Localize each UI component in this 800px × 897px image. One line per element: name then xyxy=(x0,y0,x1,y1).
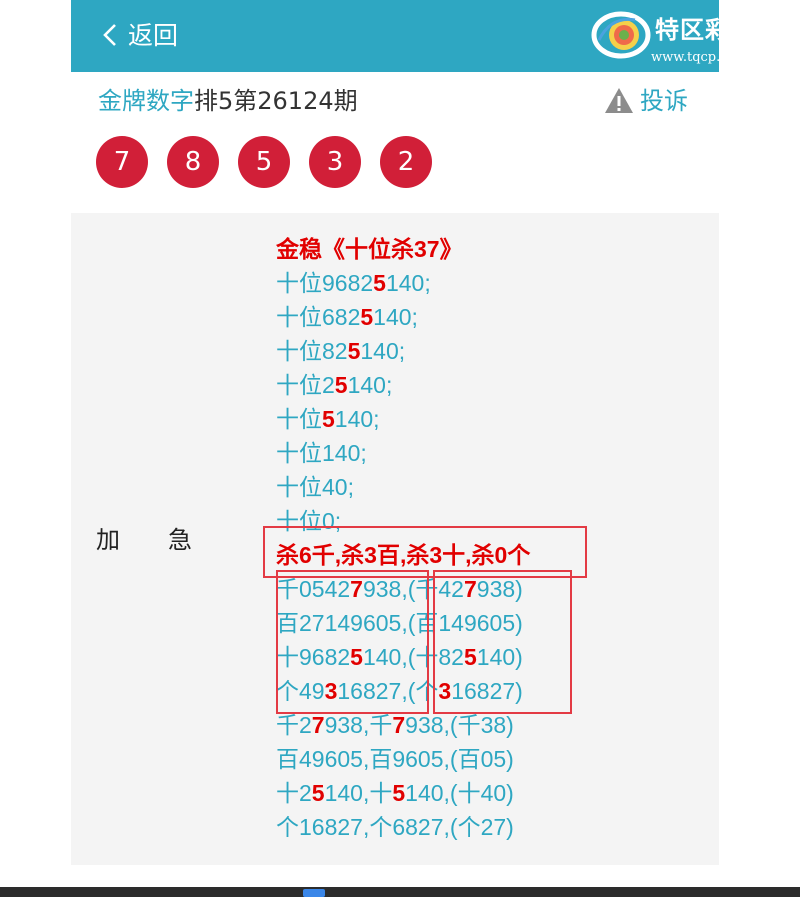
highlight-digit: 5 xyxy=(392,780,406,806)
number-ball: 7 xyxy=(96,136,148,188)
logo-swirl-icon xyxy=(591,11,651,59)
line-text: 十位9682 xyxy=(276,270,374,296)
line-text: 十位140; xyxy=(276,440,367,466)
logo-text: 特区彩票网 xyxy=(655,16,780,44)
highlight-digit: 5 xyxy=(334,372,348,398)
complaint-label: 投诉 xyxy=(640,87,688,115)
number-ball: 2 xyxy=(380,136,432,188)
highlight-digit: 7 xyxy=(311,712,325,738)
prediction-line: 个16827,个6827,(个27) xyxy=(276,810,530,844)
urgent-label: 加 急 xyxy=(96,526,192,554)
taskbar xyxy=(0,887,800,897)
title-issue: 排5第26124期 xyxy=(194,87,358,115)
line-text: 140; xyxy=(360,338,406,364)
line-text: 938,(千38) xyxy=(405,712,514,738)
line-text: 个16827,个6827,(个27) xyxy=(276,814,514,840)
line-text: 百49605,百9605,(百05) xyxy=(276,746,514,772)
line-text: 千2 xyxy=(276,712,312,738)
warning-icon xyxy=(605,88,633,113)
back-button[interactable]: 返回 xyxy=(128,18,178,54)
line-text: 140; xyxy=(347,372,393,398)
line-text: 140,(十40) xyxy=(405,780,514,806)
taskbar-app-icon[interactable] xyxy=(303,889,325,897)
prediction-line: 十位25140; xyxy=(276,368,530,402)
prediction-line: 十位96825140; xyxy=(276,266,530,300)
page-title: 金牌数字排5第26124期 xyxy=(98,86,358,116)
top-bar: 返回 特区彩票网 www.tqcp.net xyxy=(71,0,779,72)
chevron-left-icon[interactable] xyxy=(99,22,125,48)
logo-url: www.tqcp.net xyxy=(651,50,742,65)
line-text: 十2 xyxy=(276,780,312,806)
highlight-digit: 5 xyxy=(311,780,325,806)
line-text: 十位 xyxy=(276,406,322,432)
prediction-line: 十位5140; xyxy=(276,402,530,436)
site-logo[interactable]: 特区彩票网 www.tqcp.net xyxy=(591,8,800,70)
line-text: 十位40; xyxy=(276,474,354,500)
line-text: 140; xyxy=(373,304,418,330)
prediction-line: 十位6825140; xyxy=(276,300,530,334)
line-text: 金稳《十位杀37》 xyxy=(276,236,463,262)
number-ball: 3 xyxy=(309,136,361,188)
highlight-box-left-column xyxy=(276,570,429,714)
prediction-line: 十位825140; xyxy=(276,334,530,368)
highlight-digit: 5 xyxy=(360,304,374,330)
number-ball: 8 xyxy=(167,136,219,188)
prediction-line: 十25140,十5140,(十40) xyxy=(276,776,530,810)
title-accent: 金牌数字 xyxy=(98,87,194,115)
line-text: 十位82 xyxy=(276,338,348,364)
prediction-line: 十位140; xyxy=(276,436,530,470)
line-text: 140,十 xyxy=(324,780,393,806)
highlight-box-right-column xyxy=(433,570,572,714)
number-ball: 5 xyxy=(238,136,290,188)
prediction-heading: 金稳《十位杀37》 xyxy=(276,232,530,266)
line-text: 938,千 xyxy=(324,712,393,738)
line-text: 十位2 xyxy=(276,372,335,398)
highlight-digit: 5 xyxy=(347,338,361,364)
line-text: 十位682 xyxy=(276,304,361,330)
prediction-line: 百49605,百9605,(百05) xyxy=(276,742,530,776)
highlight-digit: 5 xyxy=(322,406,335,432)
line-text: 140; xyxy=(334,406,380,432)
highlight-digit: 7 xyxy=(392,712,406,738)
prediction-line: 十位40; xyxy=(276,470,530,504)
highlight-digit: 5 xyxy=(373,270,386,296)
line-text: 140; xyxy=(385,270,431,296)
